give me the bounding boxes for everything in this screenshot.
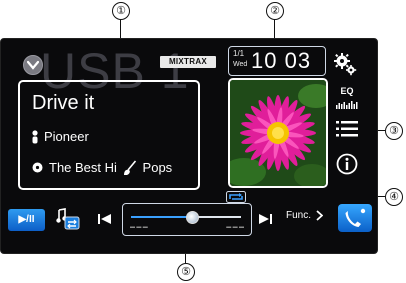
eq-icon bbox=[336, 101, 358, 109]
function-label: Func. bbox=[286, 210, 312, 222]
elapsed-time: ▬ ▬ ▬ bbox=[130, 224, 148, 230]
phone-icon bbox=[345, 208, 366, 227]
callout-4: ④ bbox=[385, 188, 403, 206]
list-icon[interactable] bbox=[336, 120, 358, 143]
clock-display[interactable]: 1/1 Wed 10 03 bbox=[228, 46, 326, 76]
album-name: The Best Hi bbox=[49, 160, 117, 176]
genre-icon bbox=[123, 160, 136, 175]
mode-icon[interactable] bbox=[56, 207, 82, 238]
seek-bar-container[interactable]: ▬ ▬ ▬ ▬ ▬ ▬ bbox=[122, 203, 252, 236]
previous-track-button[interactable] bbox=[98, 212, 112, 230]
genre-name: Pops bbox=[142, 160, 173, 176]
artist-row: Pioneer bbox=[32, 128, 89, 146]
remaining-time: ▬ ▬ ▬ bbox=[226, 224, 244, 230]
chevron-down-icon bbox=[27, 60, 39, 70]
seek-track[interactable] bbox=[131, 211, 241, 224]
time-text: 10 03 bbox=[251, 48, 312, 73]
next-track-button[interactable] bbox=[258, 212, 272, 230]
previous-track-icon bbox=[98, 214, 111, 224]
source-menu-button[interactable] bbox=[23, 55, 43, 75]
settings-icon[interactable] bbox=[333, 52, 357, 76]
chevron-right-icon bbox=[316, 210, 324, 221]
mixtrax-button[interactable]: MIXTRAX bbox=[160, 56, 216, 68]
info-icon[interactable] bbox=[336, 153, 358, 180]
track-info-panel[interactable]: Drive it Pioneer The Best Hi Pops bbox=[18, 80, 200, 190]
play-pause-button[interactable]: ▶/II bbox=[8, 209, 45, 231]
track-title: Drive it bbox=[32, 92, 95, 114]
artist-name: Pioneer bbox=[44, 129, 89, 145]
album-artwork[interactable] bbox=[228, 78, 328, 188]
seek-progress-fill bbox=[131, 216, 192, 218]
callout-3: ③ bbox=[385, 122, 403, 140]
callout-5: ⑤ bbox=[177, 263, 195, 281]
function-button[interactable]: Func. bbox=[286, 210, 324, 222]
seek-thumb[interactable] bbox=[185, 211, 199, 224]
date-text: 1/1 bbox=[233, 49, 245, 58]
album-row: The Best Hi Pops bbox=[32, 159, 172, 177]
album-icon bbox=[32, 162, 43, 173]
callout-2: ② bbox=[266, 2, 284, 20]
eq-label: EQ bbox=[340, 86, 354, 96]
next-track-icon bbox=[259, 214, 272, 224]
callout-1: ① bbox=[112, 2, 130, 20]
artist-icon bbox=[32, 129, 38, 144]
phone-button[interactable] bbox=[338, 204, 372, 232]
eq-button[interactable]: EQ bbox=[335, 86, 359, 109]
day-text: Wed bbox=[233, 61, 248, 68]
